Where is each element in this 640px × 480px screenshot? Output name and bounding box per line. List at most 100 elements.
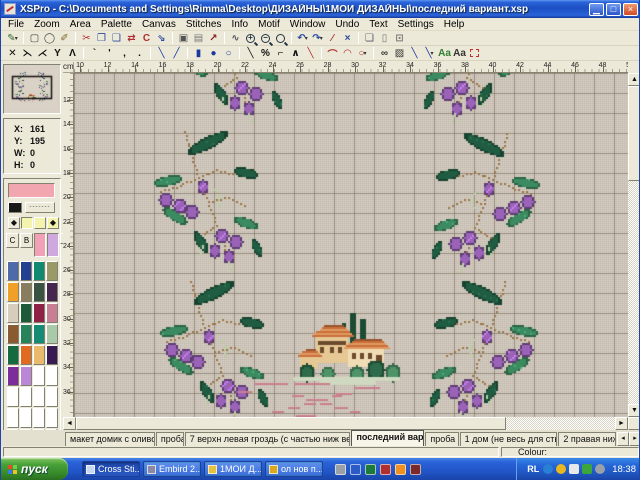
pointer-tool[interactable]: ↗ [206,31,221,45]
select-rect-tool[interactable]: ▢ [27,31,42,45]
french-knot-stitch[interactable]: ● [206,46,221,60]
zoom-actual-tool[interactable] [273,31,288,45]
pencil-tool[interactable]: ✎▾ [5,31,20,45]
quick-launch-icon-5[interactable] [395,464,406,475]
palette-color-7-0[interactable] [7,408,19,428]
select-oval-tool[interactable]: ◯ [42,31,57,45]
menu-undo[interactable]: Undo [335,19,359,30]
delete-tool[interactable]: × [340,31,355,45]
menu-help[interactable]: Help [444,19,465,30]
palette-color-6-1[interactable] [20,387,32,407]
thread-code-button[interactable]: ------- [25,202,55,213]
pattern-preview-panel[interactable] [3,64,61,114]
mirror-tool[interactable]: ⇄ [124,31,139,45]
menu-info[interactable]: Info [231,19,248,30]
thread-tool[interactable]: ∿ [228,31,243,45]
minimize-button[interactable]: ▁ [589,3,604,16]
move-tool[interactable]: ⇘ [154,31,169,45]
tab-scroll-right-arrow[interactable]: ▸ [629,432,640,446]
pattern-tab[interactable]: проба 2 [425,432,458,446]
double-backstitch-1[interactable]: ╲ [407,46,422,60]
pattern-tab[interactable]: последний вариант [351,430,424,446]
pattern-tab[interactable]: 7 верхн левая гроздь (с частью ниж ветки… [185,432,351,446]
stitch-style-button-1[interactable]: ◆ [8,217,20,229]
three-quarter-stitch-right[interactable]: ⋌ [35,46,50,60]
half-stitch-upper[interactable]: Y [50,46,65,60]
palette-color-7-2[interactable] [33,408,45,428]
backstitch-angle[interactable]: ⌐ [273,46,288,60]
circle-stitch[interactable]: ○▾ [355,46,370,60]
paste-tool[interactable]: ❑ [109,31,124,45]
close-button[interactable]: × [623,3,638,16]
stitch-style-button-3[interactable] [34,217,46,229]
tab-scroll-left-arrow[interactable]: ◂ [617,432,629,446]
palette-color-5-2[interactable] [33,366,45,386]
palette-color-4-0[interactable] [7,345,19,365]
gobelin-back-stitch[interactable]: ╲ [154,46,169,60]
scroll-down-arrow[interactable]: ▼ [628,404,640,417]
quarter-stitch-tl[interactable]: ` [87,46,102,60]
menu-file[interactable]: File [8,19,24,30]
palette-color-1-2[interactable] [33,282,45,302]
palette-color-5-1[interactable] [20,366,32,386]
current-color-swatch[interactable] [8,183,55,198]
palette-color-1-1[interactable] [20,282,32,302]
quick-launch-icon-6[interactable] [410,464,421,475]
palette-color-0-0[interactable] [7,261,19,281]
taskbar-button[interactable]: 1МОИ Д... [204,461,262,477]
pattern-fill-tool[interactable]: ▨ [392,46,407,60]
stitch-design-canvas[interactable] [74,73,628,417]
selected-thread-swatch-2[interactable] [47,233,59,257]
stitch-style-button-2[interactable] [21,217,33,229]
quick-launch-icon-3[interactable] [365,464,376,475]
line-tool[interactable]: ∕ [325,31,340,45]
taskbar-button[interactable]: Cross Sti... [82,461,140,477]
palette-color-0-3[interactable] [46,261,58,281]
new-page-tool[interactable]: ▯ [377,31,392,45]
bead-stitch[interactable]: ▮ [191,46,206,60]
knot-pair-tool[interactable]: ∞ [377,46,392,60]
color-mode-c-button[interactable]: C [6,233,19,248]
menu-palette[interactable]: Palette [101,19,132,30]
menu-canvas[interactable]: Canvas [142,19,176,30]
undo-button[interactable]: ↶▾ [295,31,310,45]
tray-icon-1[interactable] [543,464,553,474]
menu-zoom[interactable]: Zoom [34,19,60,30]
palette-color-4-2[interactable] [33,345,45,365]
palette-color-5-0[interactable] [7,366,19,386]
text-tool-secondary[interactable]: Aa [452,46,467,60]
redo-button[interactable]: ↷▾ [310,31,325,45]
quarter-stitch-bl[interactable]: , [117,46,132,60]
cut-tool[interactable]: ✂ [79,31,94,45]
palette-color-0-2[interactable] [33,261,45,281]
palette-color-7-3[interactable] [46,408,58,428]
selection-box-tool[interactable] [467,46,482,60]
black-color-button[interactable] [8,202,22,213]
tray-icon-4[interactable] [582,464,592,474]
palette-color-6-3[interactable] [46,387,58,407]
quick-launch-icon-2[interactable] [350,464,361,475]
menu-text[interactable]: Text [369,19,387,30]
palette-color-6-0[interactable] [7,387,19,407]
scroll-right-arrow[interactable]: ► [615,417,628,430]
backstitch-line[interactable]: ╲ [243,46,258,60]
menu-settings[interactable]: Settings [398,19,434,30]
palette-color-7-1[interactable] [20,408,32,428]
tray-icon-3[interactable] [569,464,579,474]
print-tool[interactable]: ▤ [191,31,206,45]
menu-stitches[interactable]: Stitches [186,19,222,30]
arc-stitch[interactable]: ◠ [340,46,355,60]
selected-thread-swatch-1[interactable] [34,233,46,257]
three-quarter-stitch-left[interactable]: ⋋ [20,46,35,60]
pattern-tab[interactable]: проба [156,432,184,446]
palette-color-6-2[interactable] [33,387,45,407]
horizontal-scrollbar[interactable]: ◄ ► [63,417,628,430]
palette-color-5-3[interactable] [46,366,58,386]
vertical-scrollbar[interactable]: ▲ ▼ [628,73,640,417]
double-backstitch-2[interactable]: ╲▾ [422,46,437,60]
rotate-tool[interactable]: C [139,31,154,45]
palette-color-0-1[interactable] [20,261,32,281]
palette-color-3-3[interactable] [46,324,58,344]
palette-color-3-2[interactable] [33,324,45,344]
menu-window[interactable]: Window [290,19,326,30]
